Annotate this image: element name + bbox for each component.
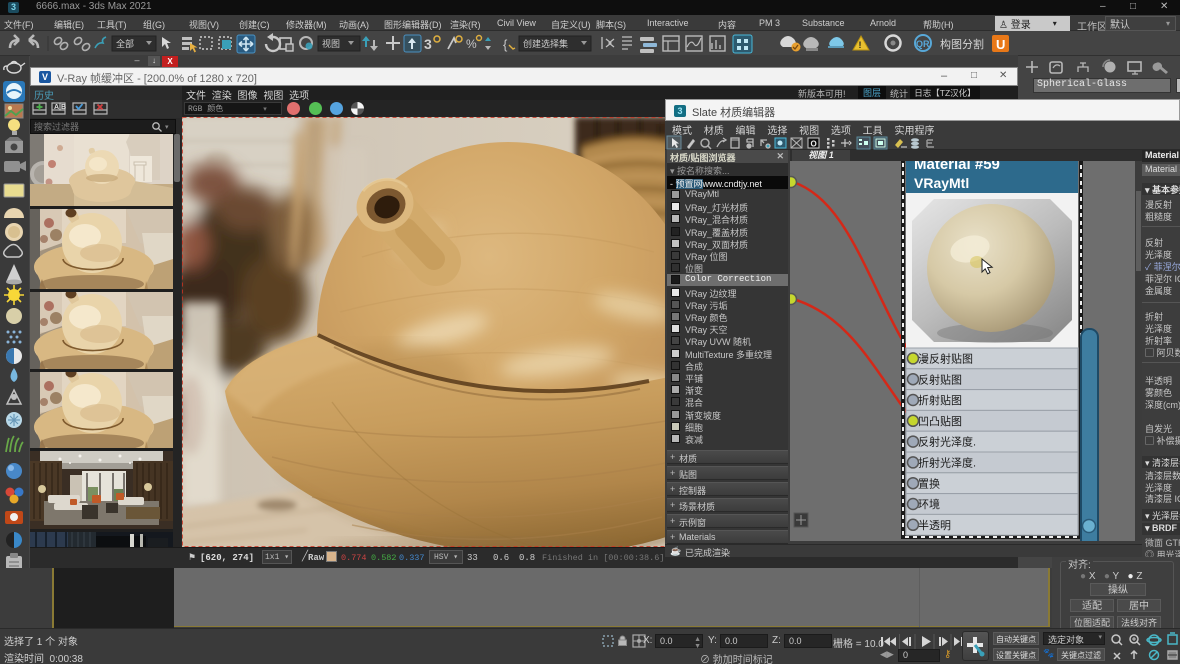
svg-text:3: 3: [424, 36, 432, 52]
svg-text:{: {: [503, 37, 508, 52]
svg-text:U: U: [996, 37, 1005, 52]
svg-text:置换: 置换: [918, 476, 940, 490]
svg-text:VRayMtl: VRayMtl: [914, 175, 969, 191]
svg-text:O: O: [811, 140, 817, 149]
svg-text:半透明: 半透明: [918, 518, 951, 532]
svg-text:折射光泽度.: 折射光泽度.: [918, 456, 976, 470]
svg-text:%: %: [466, 37, 477, 51]
svg-text:创建选择集: 创建选择集: [523, 38, 568, 49]
svg-text:!: !: [859, 40, 862, 50]
svg-text:漫反射贴图: 漫反射贴图: [918, 352, 973, 366]
svg-text:构图分割: 构图分割: [940, 37, 984, 51]
svg-text:QR: QR: [916, 39, 930, 49]
svg-text:反射贴图: 反射贴图: [918, 372, 962, 386]
svg-text:A|B: A|B: [54, 104, 66, 111]
svg-text:折射贴图: 折射贴图: [918, 393, 962, 407]
svg-text:环境: 环境: [918, 497, 940, 511]
svg-text:凹凸贴图: 凹凸贴图: [918, 414, 962, 428]
svg-text:反射光泽度.: 反射光泽度.: [918, 435, 976, 449]
svg-text:全部: 全部: [116, 38, 134, 49]
svg-text:视图: 视图: [322, 38, 340, 49]
svg-text:Material #59: Material #59: [914, 161, 1000, 173]
